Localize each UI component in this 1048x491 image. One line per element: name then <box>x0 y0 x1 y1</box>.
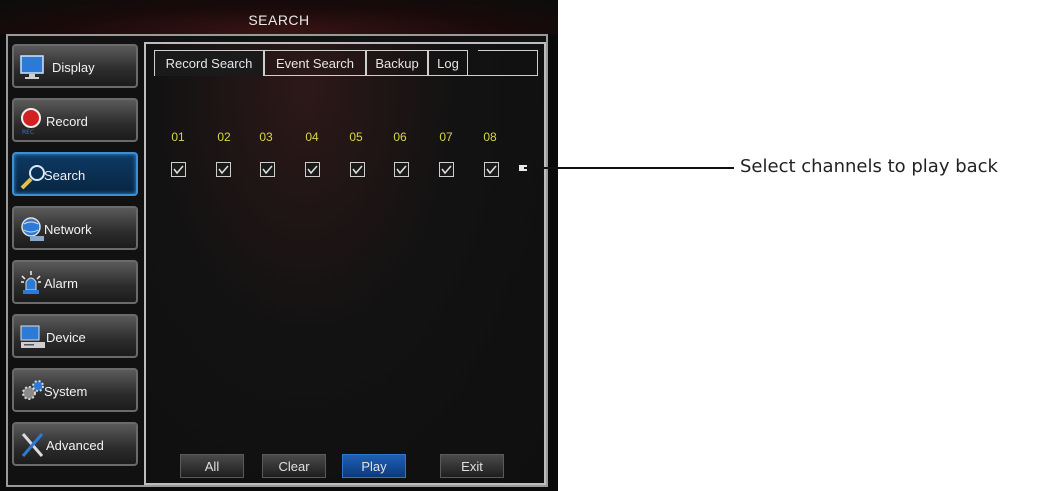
checkmark-icon <box>441 165 452 175</box>
channel-checkbox-06[interactable] <box>394 162 409 177</box>
sidebar-item-advanced[interactable]: Advanced <box>12 422 138 466</box>
alarm-siren-icon <box>21 271 41 294</box>
channel-number: 01 <box>171 130 185 144</box>
channel-checkbox-07[interactable] <box>439 162 454 177</box>
channel-checkbox-04[interactable] <box>305 162 320 177</box>
play-button[interactable]: Play <box>342 454 406 478</box>
tab-strip-end <box>478 50 538 76</box>
checkmark-icon <box>173 165 184 175</box>
magnifier-icon <box>20 165 45 190</box>
sidebar-item-device[interactable]: Device <box>12 314 138 358</box>
sidebar-item-label: Search <box>44 168 86 183</box>
sidebar: Display REC Record Search Network Alarm … <box>8 36 148 485</box>
sidebar-item-label: System <box>44 384 88 399</box>
channel-checkbox-08[interactable] <box>484 162 499 177</box>
checkmark-icon <box>396 165 407 175</box>
sidebar-item-label: Record <box>46 114 88 129</box>
search-panel: Record Search Event Search Backup Log 01… <box>144 42 546 485</box>
window-title: SEARCH <box>0 0 558 34</box>
sidebar-item-alarm[interactable]: Alarm <box>12 260 138 304</box>
checkmark-icon <box>307 165 318 175</box>
sidebar-item-display[interactable]: Display <box>12 44 138 88</box>
advanced-tools-icon <box>21 433 44 457</box>
network-globe-icon <box>21 217 44 241</box>
sidebar-item-search[interactable]: Search <box>12 152 138 196</box>
channel-number: 03 <box>259 130 273 144</box>
svg-text:REC: REC <box>22 129 34 136</box>
system-gears-icon <box>22 380 44 400</box>
sidebar-item-system[interactable]: System <box>12 368 138 412</box>
channel-number: 06 <box>393 130 407 144</box>
channel-checkbox-01[interactable] <box>171 162 186 177</box>
channel-checkbox-05[interactable] <box>350 162 365 177</box>
callout-line <box>524 167 734 169</box>
tab-record-search[interactable]: Record Search <box>154 50 264 76</box>
channel-checkbox-03[interactable] <box>260 162 275 177</box>
main-frame: Display REC Record Search Network Alarm … <box>6 34 548 487</box>
sidebar-item-label: Alarm <box>44 276 78 291</box>
tab-event-search[interactable]: Event Search <box>264 50 366 76</box>
checkmark-icon <box>262 165 273 175</box>
channel-number: 08 <box>483 130 497 144</box>
channel-number: 02 <box>217 130 231 144</box>
device-computer-icon <box>20 325 45 348</box>
tab-log[interactable]: Log <box>428 50 468 76</box>
sidebar-item-network[interactable]: Network <box>12 206 138 250</box>
checkmark-icon <box>486 165 497 175</box>
tab-backup[interactable]: Backup <box>366 50 428 76</box>
sidebar-item-label: Display <box>52 60 95 75</box>
clear-button[interactable]: Clear <box>262 454 326 478</box>
sidebar-item-label: Network <box>44 222 92 237</box>
checkmark-icon <box>352 165 363 175</box>
sidebar-item-label: Device <box>46 330 86 345</box>
sidebar-item-record[interactable]: REC Record <box>12 98 138 142</box>
channel-checkbox-02[interactable] <box>216 162 231 177</box>
channel-number: 04 <box>305 130 319 144</box>
dvr-screen: SEARCH Display REC Record Search Network… <box>0 0 558 491</box>
channel-number: 05 <box>349 130 363 144</box>
record-icon: REC <box>21 108 41 136</box>
callout-label: Select channels to play back <box>740 156 998 177</box>
monitor-icon <box>20 55 44 79</box>
sidebar-item-label: Advanced <box>46 438 104 453</box>
all-button[interactable]: All <box>180 454 244 478</box>
channel-number: 07 <box>439 130 453 144</box>
checkmark-icon <box>218 165 229 175</box>
exit-button[interactable]: Exit <box>440 454 504 478</box>
